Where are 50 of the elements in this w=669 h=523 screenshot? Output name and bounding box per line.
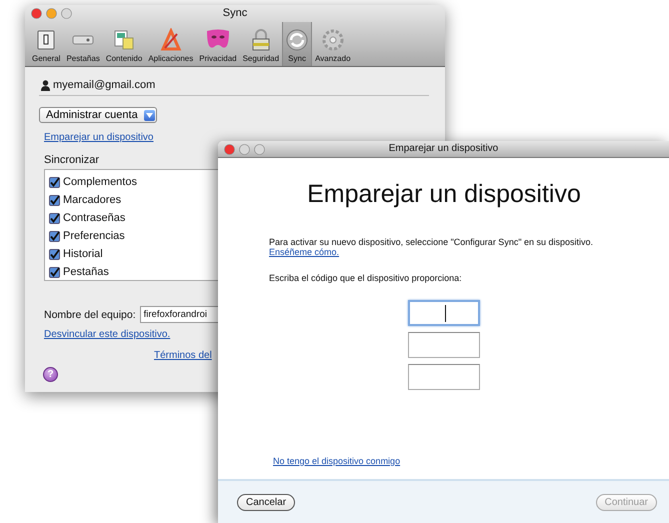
- account-email: myemail@gmail.com: [53, 79, 156, 91]
- sync-label: Sincronizar: [44, 154, 100, 166]
- toolbar-tab[interactable]: Sync: [282, 22, 312, 66]
- sync-option-label: Historial: [63, 248, 103, 260]
- sync-option-label: Preferencias: [63, 230, 125, 242]
- checkbox[interactable]: [49, 176, 60, 188]
- window-control-icon[interactable]: [239, 144, 250, 154]
- instructions-text: Para activar su nuevo dispositivo, seleccione "Configurar Sync" en su dispositivo.: [269, 237, 594, 247]
- sync-option-label: Pestañas: [63, 266, 109, 278]
- code-field[interactable]: [408, 300, 480, 326]
- cancel-button[interactable]: Cancelar: [237, 494, 296, 510]
- checkbox[interactable]: [49, 266, 60, 278]
- dialog-title: Emparejar un dispositivo: [388, 143, 498, 154]
- window-control-icon[interactable]: [254, 144, 265, 154]
- checkbox[interactable]: [49, 194, 60, 206]
- toolbar-tab[interactable]: Seguridad: [240, 22, 282, 66]
- code-field[interactable]: [408, 332, 480, 358]
- window-control-icon[interactable]: [224, 144, 235, 154]
- sync-option-label: Marcadores: [63, 194, 122, 206]
- no-device-link[interactable]: No tengo el dispositivo conmigo: [273, 456, 400, 466]
- code-prompt: Escriba el código que el dispositivo proporciona:: [269, 273, 462, 283]
- window-title: Sync: [222, 7, 248, 19]
- manage-account-dropdown[interactable]: Administrar cuenta: [39, 107, 157, 123]
- gear-icon: [320, 28, 345, 52]
- checkbox[interactable]: [49, 212, 60, 224]
- window-control-icon[interactable]: [46, 8, 57, 19]
- toolbar-tab[interactable]: General: [29, 22, 64, 66]
- toolbar-tab[interactable]: Avanzado: [312, 22, 354, 66]
- terms-link[interactable]: Términos del: [154, 350, 212, 361]
- help-link[interactable]: Enséñeme cómo.: [269, 247, 340, 257]
- pair-device-link[interactable]: Emparejar un dispositivo: [44, 132, 154, 143]
- code-field[interactable]: [408, 364, 480, 390]
- sync-option-label: Complementos: [63, 176, 137, 188]
- toolbar-tab[interactable]: Contenido: [102, 22, 146, 66]
- sync-icon: [285, 28, 310, 52]
- window-control-icon[interactable]: [31, 8, 42, 19]
- sync-option-label: Contraseñas: [63, 212, 126, 224]
- documents-icon: [112, 28, 136, 52]
- toolbar-tab[interactable]: Aplicaciones: [145, 22, 196, 66]
- pencil-ruler-icon: [158, 28, 183, 52]
- toolbar-tab[interactable]: Pestañas: [63, 22, 103, 66]
- dialog-heading: Emparejar un dispositivo: [307, 180, 581, 209]
- caret-icon: [146, 112, 153, 118]
- device-name-label: Nombre del equipo:: [44, 308, 136, 320]
- checkbox[interactable]: [49, 248, 60, 260]
- toolbar-tab[interactable]: Privacidad: [196, 22, 240, 66]
- unlink-device-link[interactable]: Desvincular este dispositivo.: [44, 329, 170, 340]
- window-control-icon[interactable]: [61, 8, 72, 19]
- person-icon: [41, 80, 50, 90]
- checkbox[interactable]: [49, 230, 60, 242]
